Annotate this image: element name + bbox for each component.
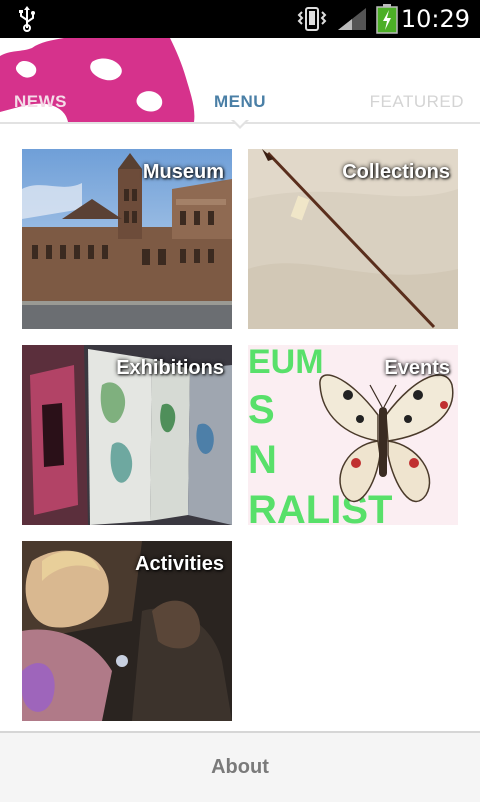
poster-text: RALIST <box>248 488 392 525</box>
poster-text: EUM <box>248 345 324 381</box>
status-bar: 10:29 <box>0 0 480 38</box>
signal-icon <box>338 8 366 30</box>
menu-tile-activities[interactable]: Activities <box>22 541 232 721</box>
tab-menu[interactable]: MENU <box>214 92 266 112</box>
menu-tile-exhibitions[interactable]: Exhibitions <box>22 345 232 525</box>
tile-label-activities: Activities <box>135 553 224 575</box>
menu-tile-events[interactable]: EUM S N RALIST Events <box>248 345 458 525</box>
menu-tile-collections[interactable]: Collections <box>248 149 458 329</box>
vibrate-icon <box>297 7 327 31</box>
tile-label-collections: Collections <box>342 161 450 183</box>
tile-label-events: Events <box>384 357 450 379</box>
battery-charging-icon <box>376 4 398 34</box>
poster-text: N <box>248 438 277 482</box>
tab-bar: NEWS MENU FEATURED <box>0 38 480 124</box>
poster-text: S <box>248 388 275 432</box>
tile-label-museum: Museum <box>142 161 224 183</box>
tab-featured[interactable]: FEATURED <box>370 92 464 112</box>
about-button[interactable]: About <box>0 731 480 802</box>
usb-icon <box>19 6 35 32</box>
tile-label-exhibitions: Exhibitions <box>116 357 224 379</box>
clock: 10:29 <box>400 5 470 33</box>
menu-tile-museum[interactable]: Museum <box>22 149 232 329</box>
tab-news[interactable]: NEWS <box>14 92 67 112</box>
